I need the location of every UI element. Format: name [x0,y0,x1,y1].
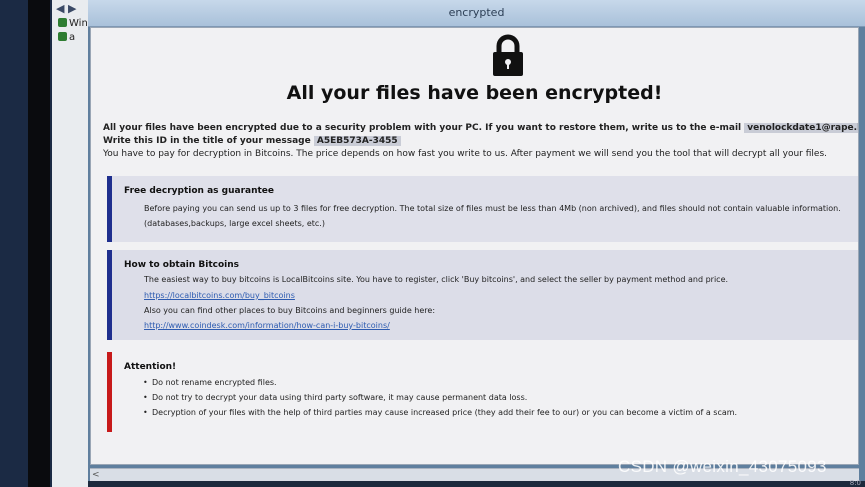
card-title: Free decryption as guarantee [124,186,275,196]
tree-item[interactable]: Win [58,18,88,29]
monitor-bezel-inner [28,0,50,487]
lock-icon [493,34,523,76]
message-content: All your files have been encrypted! All … [90,27,859,465]
explorer-panel: ◀ ▶ Win a [52,0,91,487]
ransom-window: encrypted All your files have been encry… [88,0,865,487]
card-text: The easiest way to buy bitcoins is Local… [144,275,729,284]
tree-item-label: Win [69,18,88,29]
page-title: All your files have been encrypted! [286,82,663,104]
tree-item[interactable]: a [58,32,88,43]
intro-line-id: Write this ID in the title of your messa… [103,136,858,146]
card-text: Before paying you can send us up to 3 fi… [144,204,841,213]
intro-text: All your files have been encrypted due t… [103,123,742,133]
localbitcoins-link[interactable]: https://localbitcoins.com/buy_bitcoins [144,291,295,300]
taskbar: 8:0 [88,479,865,487]
card-text: Also you can find other places to buy Bi… [144,306,436,315]
card-title: How to obtain Bitcoins [124,260,240,270]
arrow-left-icon[interactable]: < [92,470,100,480]
card-title: Attention! [124,362,177,372]
intro-line-payment: You have to pay for decryption in Bitcoi… [103,149,827,159]
intro-block: All your files have been encrypted due t… [103,123,858,162]
warning-item: Decryption of your files with the help o… [143,408,737,417]
bitcoin-card: How to obtain Bitcoins The easiest way t… [107,250,858,340]
warning-item: Do not try to decrypt your data using th… [143,393,527,402]
intro-text: Write this ID in the title of your messa… [103,136,311,146]
nav-arrows-icon[interactable]: ◀ ▶ [56,2,76,15]
coindesk-link[interactable]: http://www.coindesk.com/information/how-… [144,321,390,330]
window-title[interactable]: encrypted [88,0,865,27]
intro-line-email: All your files have been encrypted due t… [103,123,858,133]
folder-icon [58,32,67,41]
folder-icon [58,18,67,27]
tray-clock: 8:0 [849,479,861,487]
tree-item-label: a [69,32,76,43]
card-text: (databases,backups, large excel sheets, … [144,219,325,228]
victim-id: A5EB573A-3455 [313,136,401,146]
warning-item: Do not rename encrypted files. [143,378,277,387]
watermark: CSDN @weixin_43075093 [618,457,827,476]
guarantee-card: Free decryption as guarantee Before payi… [107,176,858,242]
attention-card: Attention! Do not rename encrypted files… [107,352,858,432]
contact-email: venolockdate1@rape.lol [744,123,858,133]
